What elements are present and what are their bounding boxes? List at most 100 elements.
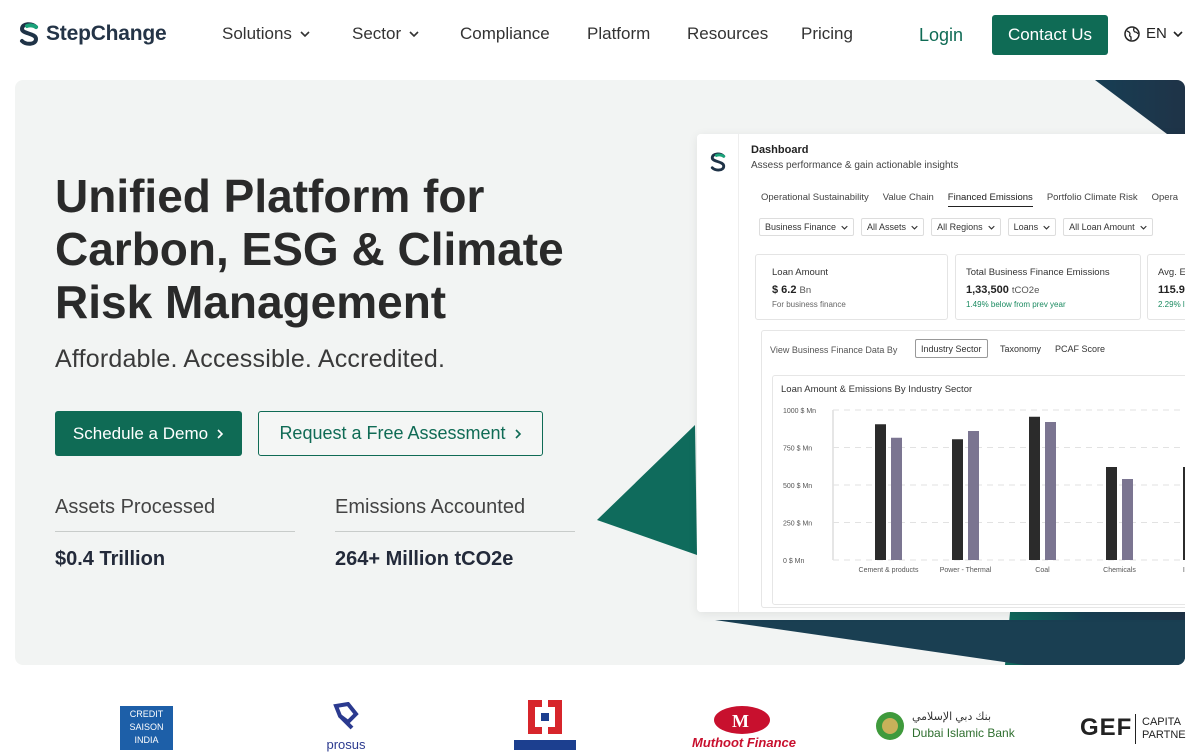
kpi-value: 115.9 bbox=[1158, 284, 1185, 296]
credit-saison-logo: CREDIT SAISON INDIA bbox=[120, 706, 173, 750]
nav-sector[interactable]: Sector bbox=[352, 24, 419, 44]
top-navigation: StepChange Solutions Sector Compliance P… bbox=[0, 0, 1200, 70]
bar bbox=[875, 424, 886, 560]
kpi-value: $ 6.2 Bn bbox=[772, 284, 812, 296]
prosus-mark-icon bbox=[333, 701, 359, 730]
language-label: EN bbox=[1146, 25, 1167, 42]
logo-text: Dubai Islamic Bank bbox=[912, 726, 1015, 740]
brand-logo[interactable]: StepChange bbox=[18, 22, 167, 46]
nav-label: Solutions bbox=[222, 24, 292, 43]
segment-taxonomy[interactable]: Taxonomy bbox=[995, 339, 1046, 358]
dashboard-tabs: Operational Sustainability Value Chain F… bbox=[761, 192, 1178, 207]
stat-label: Assets Processed bbox=[55, 496, 295, 532]
kpi-note: 2.29% l bbox=[1158, 300, 1185, 309]
tab-operational-sustainability[interactable]: Operational Sustainability bbox=[761, 192, 869, 207]
kpi-label: Total Business Finance Emissions bbox=[966, 267, 1110, 278]
tab-financed-emissions[interactable]: Financed Emissions bbox=[947, 192, 1033, 207]
language-selector[interactable]: EN bbox=[1124, 25, 1183, 42]
hdfc-mark-icon bbox=[514, 700, 576, 750]
partner-logos: CREDIT SAISON INDIA prosus M Muthoot Fin… bbox=[0, 690, 1200, 752]
nav-pricing[interactable]: Pricing bbox=[801, 24, 853, 44]
prosus-logo: prosus bbox=[318, 701, 374, 752]
x-tick-label: Power - Thermal bbox=[940, 567, 992, 574]
teal-triangle bbox=[597, 425, 697, 555]
stat-value: $0.4 Trillion bbox=[55, 548, 166, 570]
x-tick-label: Chemicals bbox=[1103, 567, 1136, 574]
filter-label: All Assets bbox=[867, 222, 907, 232]
kpi-note: 1.49% below from prev year bbox=[966, 300, 1066, 309]
dashboard-subtitle: Assess performance & gain actionable ins… bbox=[751, 160, 959, 171]
stat-value: 264+ Million tCO2e bbox=[335, 548, 514, 570]
dashboard-filters: Business Finance All Assets All Regions … bbox=[759, 218, 1153, 236]
stepchange-logo-icon bbox=[710, 152, 726, 172]
tab-portfolio-climate-risk[interactable]: Portfolio Climate Risk bbox=[1047, 192, 1138, 207]
contact-us-button[interactable]: Contact Us bbox=[992, 15, 1108, 55]
hdfc-bank-logo bbox=[514, 700, 576, 750]
segment-pcaf-score[interactable]: PCAF Score bbox=[1050, 339, 1110, 358]
x-tick-label: Cement & products bbox=[859, 567, 919, 574]
view-by-panel: View Business Finance Data By Industry S… bbox=[761, 330, 1185, 608]
logo-text: Muthoot Finance bbox=[692, 735, 796, 750]
kpi-label: Loan Amount bbox=[772, 267, 828, 278]
free-assessment-button[interactable]: Request a Free Assessment bbox=[258, 411, 543, 456]
kpi-label: Avg. E bbox=[1158, 267, 1185, 278]
y-tick-label: 250 $ Mn bbox=[783, 521, 812, 528]
y-tick-label: 750 $ Mn bbox=[783, 446, 812, 453]
chevron-right-icon bbox=[217, 428, 224, 439]
bar bbox=[1029, 416, 1040, 560]
nav-platform[interactable]: Platform bbox=[587, 24, 650, 44]
y-tick-label: 0 $ Mn bbox=[783, 558, 805, 565]
nav-label: Compliance bbox=[460, 24, 550, 43]
globe-icon bbox=[1124, 25, 1140, 42]
nav-solutions[interactable]: Solutions bbox=[222, 24, 310, 44]
x-tick-label: Coal bbox=[1035, 567, 1050, 574]
bar bbox=[968, 431, 979, 560]
nav-label: Sector bbox=[352, 24, 402, 43]
stepchange-logo-icon bbox=[19, 22, 39, 46]
kpi-note: For business finance bbox=[772, 300, 846, 309]
chevron-down-icon bbox=[1139, 225, 1147, 230]
chevron-down-icon bbox=[911, 225, 918, 230]
filter-label: Business Finance bbox=[765, 222, 837, 232]
stat-label: Emissions Accounted bbox=[335, 496, 575, 532]
hero-tagline: Affordable. Accessible. Accredited. bbox=[55, 345, 446, 373]
filter-label: Loans bbox=[1013, 222, 1039, 232]
view-by-label: View Business Finance Data By bbox=[770, 345, 898, 355]
chevron-down-icon bbox=[1173, 30, 1183, 37]
svg-text:M: M bbox=[732, 711, 749, 731]
segment-industry-sector[interactable]: Industry Sector bbox=[915, 339, 988, 358]
hero-section: Unified Platform for Carbon, ESG & Clima… bbox=[15, 80, 1185, 665]
muthoot-mark-icon: M bbox=[714, 706, 770, 734]
dashboard-preview: Dashboard Assess performance & gain acti… bbox=[697, 134, 1185, 612]
dashboard-title: Dashboard bbox=[751, 144, 809, 156]
filter-loans[interactable]: Loans bbox=[1007, 218, 1057, 236]
nav-resources[interactable]: Resources bbox=[687, 24, 768, 44]
brand-name: StepChange bbox=[46, 22, 167, 45]
filter-business-finance[interactable]: Business Finance bbox=[759, 218, 855, 236]
nav-label: Resources bbox=[687, 24, 769, 43]
nav-compliance[interactable]: Compliance bbox=[460, 24, 550, 44]
login-link[interactable]: Login bbox=[919, 25, 963, 46]
muthoot-finance-logo: M Muthoot Finance bbox=[684, 704, 804, 750]
nav-label: Pricing bbox=[801, 24, 853, 43]
tab-value-chain[interactable]: Value Chain bbox=[883, 192, 934, 207]
bar-chart-canvas: 1000 $ Mn 750 $ Mn 500 $ Mn 250 $ Mn 0 $ Mn C… bbox=[783, 408, 1185, 574]
chevron-down-icon bbox=[987, 225, 995, 230]
button-label: Schedule a Demo bbox=[72, 423, 209, 443]
dib-mark-icon bbox=[876, 712, 904, 740]
button-label: Request a Free Assessment bbox=[279, 423, 506, 443]
filter-loan-amount[interactable]: All Loan Amount bbox=[1063, 218, 1153, 236]
nav-label: Platform bbox=[587, 24, 651, 43]
logo-text-arabic: بنك دبي الإسلامي bbox=[912, 711, 992, 723]
filter-label: All Loan Amount bbox=[1069, 222, 1135, 232]
bar bbox=[952, 439, 963, 560]
filter-all-assets[interactable]: All Assets bbox=[861, 218, 925, 236]
chevron-down-icon bbox=[1043, 225, 1050, 230]
kpi-total-emissions: Total Business Finance Emissions 1,33,50… bbox=[955, 254, 1141, 320]
logo-subtext: CAPITA PARTNE bbox=[1142, 716, 1186, 741]
tab-opera[interactable]: Opera bbox=[1152, 192, 1178, 207]
dashboard-sidebar bbox=[697, 134, 739, 612]
chevron-down-icon bbox=[841, 225, 848, 230]
filter-all-regions[interactable]: All Regions bbox=[931, 218, 1001, 236]
schedule-demo-button[interactable]: Schedule a Demo bbox=[55, 411, 242, 456]
